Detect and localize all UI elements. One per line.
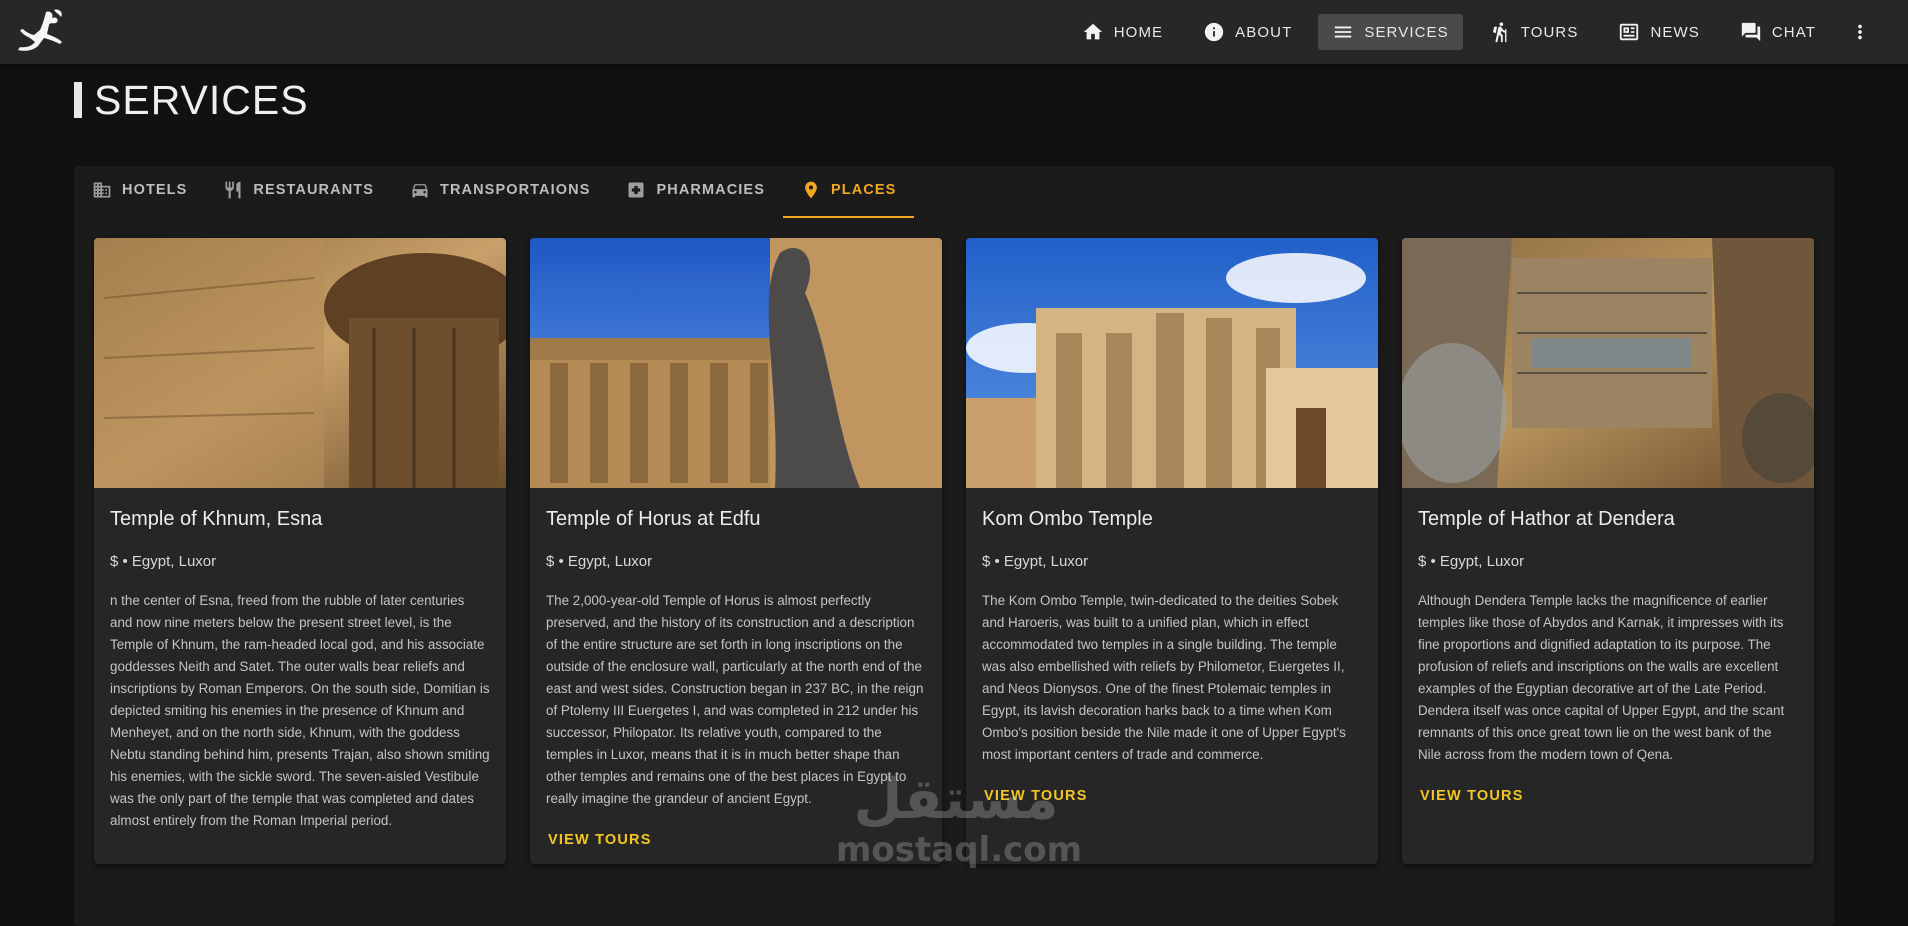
info-icon — [1204, 22, 1224, 42]
card-title: Kom Ombo Temple — [982, 508, 1153, 530]
nav-item-label: ABOUT — [1235, 23, 1293, 41]
page-title-text: SERVICES — [94, 76, 309, 123]
kom-ombo-image[interactable] — [966, 238, 1378, 488]
car-icon — [412, 184, 428, 198]
page-title: SERVICES — [74, 76, 309, 124]
main-nav: HOME ABOUT SERVICES TOURS NEWS CHAT — [1068, 0, 1878, 64]
newspaper-icon — [1620, 23, 1639, 41]
watermark-arabic: مستقل — [853, 767, 1059, 832]
tab-label: PHARMACIES — [656, 182, 765, 198]
chat-icon — [1741, 22, 1761, 42]
tab-label: PLACES — [830, 182, 897, 198]
card-description: Although Dendera Temple lacks the magnif… — [1418, 593, 1785, 762]
nav-item-tours[interactable]: TOURS — [1475, 14, 1593, 50]
temple-horus-image[interactable] — [530, 238, 942, 488]
card-title: Temple of Horus at Edfu — [546, 508, 761, 530]
fork-knife-icon — [225, 181, 241, 199]
home-icon — [1083, 23, 1102, 40]
view-tours-button[interactable]: VIEW TOURS — [1418, 788, 1798, 804]
more-vertical-icon — [1858, 24, 1862, 40]
menu-icon — [1335, 26, 1352, 38]
hiking-icon — [1492, 22, 1507, 43]
card-body: Temple of Khnum, Esna $ • Egypt, Luxor n… — [94, 488, 506, 848]
nav-item-services[interactable]: SERVICES — [1318, 14, 1463, 50]
nav-item-label: CHAT — [1771, 23, 1816, 41]
place-card: Temple of Hathor at Dendera $ • Egypt, L… — [1402, 238, 1814, 864]
watermark: مستقل mostaql.com — [836, 767, 1083, 880]
logo-icon[interactable] — [14, 8, 66, 56]
category-tabs: HOTELS RESTAURANTS TRANSPORTAIONS PHARMA… — [74, 166, 915, 218]
tab-places[interactable]: PLACES — [782, 166, 915, 218]
nav-item-label: NEWS — [1650, 23, 1700, 41]
tab-restaurants[interactable]: RESTAURANTS — [205, 166, 392, 214]
card-description: The Kom Ombo Temple, twin-dedicated to t… — [982, 593, 1346, 762]
tab-transportations[interactable]: TRANSPORTAIONS — [392, 166, 608, 214]
top-app-bar: HOME ABOUT SERVICES TOURS NEWS CHAT — [0, 0, 1908, 64]
tab-label: TRANSPORTAIONS — [440, 182, 591, 198]
nav-item-label: SERVICES — [1364, 23, 1449, 41]
nav-item-home[interactable]: HOME — [1068, 14, 1177, 50]
nav-item-chat[interactable]: CHAT — [1726, 14, 1830, 50]
title-accent-bar — [74, 82, 82, 118]
nav-item-news[interactable]: NEWS — [1604, 14, 1713, 50]
tab-hotels[interactable]: HOTELS — [74, 166, 205, 214]
card-title: Temple of Khnum, Esna — [110, 508, 323, 530]
nav-item-about[interactable]: ABOUT — [1189, 14, 1306, 50]
map-pin-icon — [805, 181, 817, 199]
temple-khnum-image[interactable] — [94, 238, 506, 488]
card-meta: $ • Egypt, Luxor — [110, 553, 217, 570]
card-meta: $ • Egypt, Luxor — [1418, 553, 1525, 570]
tab-pharmacies[interactable]: PHARMACIES — [608, 166, 782, 214]
medical-cross-icon — [628, 182, 644, 198]
card-description: n the center of Esna, freed from the rub… — [110, 593, 490, 828]
card-body: Temple of Hathor at Dendera $ • Egypt, L… — [1402, 488, 1814, 820]
temple-hathor-image[interactable] — [1402, 238, 1814, 488]
card-meta: $ • Egypt, Luxor — [982, 553, 1089, 570]
nav-item-label: HOME — [1113, 23, 1164, 41]
nav-item-label: TOURS — [1520, 23, 1579, 41]
tab-label: RESTAURANTS — [253, 182, 375, 198]
building-icon — [93, 182, 111, 198]
more-menu-button[interactable] — [1842, 14, 1878, 50]
watermark-latin: mostaql.com — [836, 830, 1083, 870]
place-card: Temple of Khnum, Esna $ • Egypt, Luxor n… — [94, 238, 506, 864]
card-title: Temple of Hathor at Dendera — [1418, 508, 1675, 530]
tab-label: HOTELS — [122, 182, 188, 198]
card-meta: $ • Egypt, Luxor — [546, 553, 653, 570]
